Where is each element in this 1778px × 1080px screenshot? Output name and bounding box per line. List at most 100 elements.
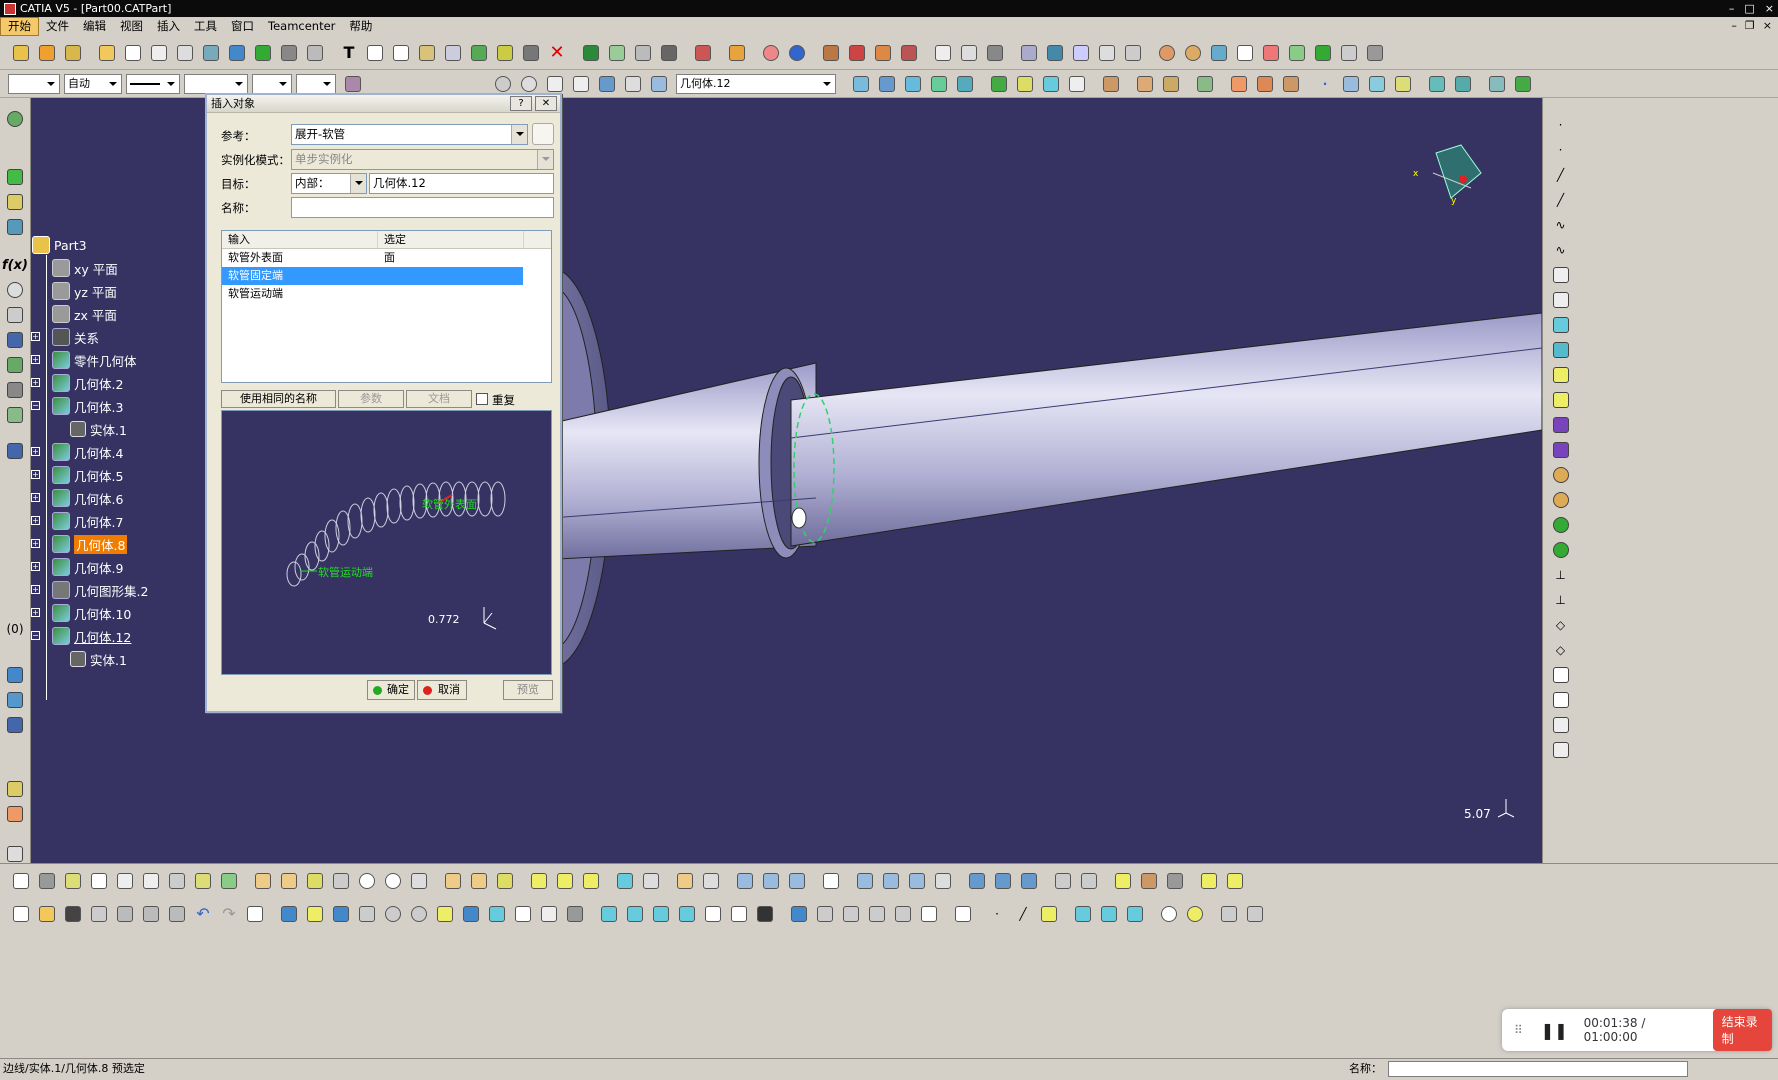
line-draw-icon[interactable]: ╱ — [1550, 164, 1572, 186]
mirror-icon[interactable] — [1228, 73, 1250, 95]
plane-yellow2-icon[interactable] — [1550, 389, 1572, 411]
axis-icon[interactable] — [544, 73, 566, 95]
b-block-icon[interactable] — [442, 870, 464, 892]
green-gear2-icon[interactable] — [1550, 539, 1572, 561]
menu-view[interactable]: 视图 — [113, 18, 150, 35]
template-icon[interactable] — [4, 664, 26, 686]
b-sym2-icon[interactable] — [760, 870, 782, 892]
b-axis-icon[interactable] — [932, 870, 954, 892]
b-layer-icon[interactable] — [674, 870, 696, 892]
name-field[interactable] — [291, 197, 554, 218]
point-icon[interactable] — [1070, 42, 1092, 64]
instantiate-icon[interactable] — [4, 689, 26, 711]
pointer-instantiate-icon[interactable] — [4, 714, 26, 736]
scissors-icon[interactable] — [114, 903, 136, 925]
status-name-field[interactable] — [1388, 1061, 1688, 1077]
join-icon[interactable] — [1486, 73, 1508, 95]
cancel-button[interactable]: 取消 — [417, 680, 467, 700]
lineweight-dropdown[interactable] — [126, 73, 180, 94]
helix-icon[interactable]: ∿ — [1550, 239, 1572, 261]
catalog-search-icon[interactable] — [4, 440, 26, 462]
formula-fx-icon[interactable]: f(x) — [2, 254, 28, 276]
excel-icon[interactable] — [580, 42, 602, 64]
lock-tree-icon[interactable] — [4, 379, 26, 401]
b-block2-icon[interactable] — [468, 870, 490, 892]
frame-box-icon[interactable] — [88, 870, 110, 892]
insert-icon[interactable] — [468, 42, 490, 64]
style-dropdown[interactable] — [296, 73, 336, 94]
collapse-icon[interactable]: − — [31, 631, 40, 640]
design-table-icon[interactable] — [4, 329, 26, 351]
cylinder-icon[interactable] — [62, 870, 84, 892]
tree-item-solid1-b[interactable]: 实体.1 — [70, 649, 127, 669]
fly-icon[interactable] — [278, 903, 300, 925]
hand-icon[interactable] — [4, 803, 26, 825]
tree-item-geo5[interactable]: 几何体.5 — [52, 465, 123, 485]
shell-icon[interactable] — [1134, 73, 1156, 95]
b-scale-icon[interactable] — [820, 870, 842, 892]
dot-icon[interactable]: · — [1314, 73, 1336, 95]
constraint-icon[interactable] — [692, 42, 714, 64]
pocket-icon[interactable] — [876, 73, 898, 95]
eraser-icon[interactable] — [648, 73, 670, 95]
shading3-icon[interactable] — [650, 903, 672, 925]
table-row[interactable]: 软管运动端 — [222, 285, 551, 303]
diamond2-icon[interactable]: ◇ — [1550, 639, 1572, 661]
part-design-icon[interactable] — [4, 166, 26, 188]
line-b-icon[interactable]: ╱ — [1012, 903, 1034, 925]
paste-icon[interactable] — [166, 903, 188, 925]
zoom-in-icon[interactable] — [382, 903, 404, 925]
split-icon[interactable] — [1194, 73, 1216, 95]
compass-icon[interactable] — [1044, 42, 1066, 64]
minimize-icon[interactable]: – — [1729, 0, 1735, 17]
print-icon[interactable] — [88, 903, 110, 925]
tree-item-main-body[interactable]: 零件几何体 — [52, 350, 137, 370]
b-block3-icon[interactable] — [494, 870, 516, 892]
print-doc-icon[interactable] — [148, 42, 170, 64]
undo-icon[interactable]: ↶ — [192, 903, 214, 925]
tree-item-solid1[interactable]: 实体.1 — [70, 419, 127, 439]
sweep-b-icon[interactable] — [114, 870, 136, 892]
maximize-icon[interactable]: □ — [1744, 0, 1754, 17]
spline-icon[interactable]: ∿ — [1550, 214, 1572, 236]
gear-rt2-icon[interactable] — [1550, 489, 1572, 511]
cyl-view6-icon[interactable] — [918, 903, 940, 925]
b-analysis-icon[interactable] — [1052, 870, 1074, 892]
workbench-icon[interactable] — [36, 870, 58, 892]
pan-icon[interactable] — [330, 903, 352, 925]
delete-x-icon[interactable]: ✕ — [546, 42, 568, 64]
surface-icon[interactable] — [1550, 314, 1572, 336]
menu-file[interactable]: 文件 — [39, 18, 76, 35]
b-can-icon[interactable] — [1112, 870, 1134, 892]
tree-item-geo8[interactable]: 几何体.8 — [52, 534, 128, 554]
expand-icon[interactable]: + — [31, 447, 40, 456]
pad-icon[interactable] — [850, 73, 872, 95]
expand-icon[interactable]: + — [31, 539, 40, 548]
new-file-icon[interactable] — [10, 903, 32, 925]
cut-icon[interactable] — [408, 870, 430, 892]
plane-yellow-icon[interactable] — [1550, 364, 1572, 386]
shading7-icon[interactable] — [754, 903, 776, 925]
whats-this-icon[interactable] — [244, 903, 266, 925]
people-icon[interactable] — [1312, 42, 1334, 64]
slot-icon[interactable] — [218, 870, 240, 892]
pause-icon[interactable]: ❚❚ — [1541, 1021, 1568, 1040]
hide-show-icon[interactable] — [512, 903, 534, 925]
capture-icon[interactable] — [932, 42, 954, 64]
menu-help[interactable]: 帮助 — [342, 18, 379, 35]
sweep-icon[interactable] — [1014, 73, 1036, 95]
menu-tools[interactable]: 工具 — [187, 18, 224, 35]
tree-item-zx-plane[interactable]: zx 平面 — [52, 304, 117, 324]
b-transform2-icon[interactable] — [880, 870, 902, 892]
gear-icon[interactable] — [1156, 42, 1178, 64]
measure-icon[interactable] — [820, 42, 842, 64]
select-arrow-icon[interactable] — [4, 843, 26, 865]
tree-item-relations[interactable]: 关系 — [52, 327, 99, 347]
surf-b2-icon[interactable] — [1098, 903, 1120, 925]
tree-item-geo2[interactable]: 几何体.2 — [52, 373, 123, 393]
b-yellow-icon[interactable] — [1198, 870, 1220, 892]
circle-b2-icon[interactable] — [1184, 903, 1206, 925]
binary-icon[interactable] — [570, 73, 592, 95]
open-folder-icon[interactable] — [96, 42, 118, 64]
block-purple-icon[interactable] — [1550, 414, 1572, 436]
